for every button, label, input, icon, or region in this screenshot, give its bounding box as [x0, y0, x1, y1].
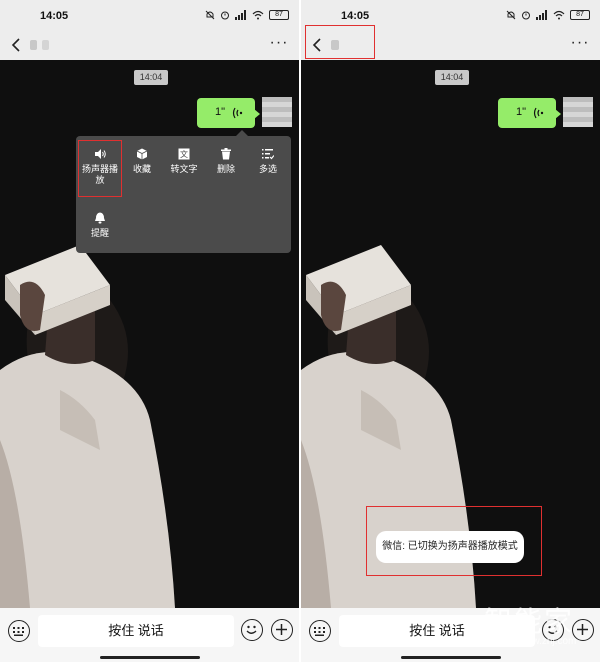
plus-icon[interactable]: [271, 619, 293, 641]
home-indicator: [100, 656, 200, 659]
left-screenshot: 14:05 87 ··· 14:04 1" 扬声器播放 收藏 文 转文字 删除 …: [0, 0, 299, 662]
message-timestamp: 14:04: [435, 70, 469, 85]
text-convert-icon: 文: [178, 148, 190, 160]
svg-text:文: 文: [180, 149, 188, 159]
menu-item-remind[interactable]: 提醒: [80, 212, 120, 239]
back-button-highlight: [305, 25, 375, 59]
status-time: 14:05: [40, 10, 69, 22]
voice-wave-icon: [232, 107, 243, 119]
toast-highlight: [366, 506, 542, 576]
emoji-icon[interactable]: [241, 619, 263, 641]
alarm-icon: [221, 11, 229, 20]
home-indicator: [401, 656, 501, 659]
bell-icon: [95, 212, 105, 224]
back-arrow-icon[interactable]: [8, 36, 26, 54]
alarm-icon: [522, 11, 530, 20]
speaker-option-highlight: [78, 140, 122, 197]
voice-duration: 1": [215, 106, 226, 118]
chat-header: ···: [0, 30, 299, 60]
signal-icon: [536, 10, 547, 20]
menu-item-label: 删除: [216, 164, 235, 174]
signal-icon: [235, 10, 246, 20]
wifi-icon: [252, 10, 264, 20]
context-menu-arrow: [236, 130, 248, 136]
menu-item-label: 收藏: [132, 164, 151, 174]
message-timestamp: 14:04: [134, 70, 168, 85]
menu-item-convert-text[interactable]: 文 转文字: [164, 148, 204, 175]
battery-icon: 87: [570, 10, 590, 20]
status-icons: 87: [205, 10, 289, 20]
status-icons: 87: [506, 10, 590, 20]
bubble-tail: [555, 109, 561, 119]
more-options-icon[interactable]: ···: [570, 35, 590, 54]
mute-icon: [506, 10, 516, 20]
status-bar: 14:05 87: [0, 0, 299, 30]
multiselect-icon: [262, 149, 274, 160]
trash-icon: [221, 148, 231, 160]
watermark: 智能家 www.znj.com: [484, 600, 594, 650]
watermark-logo: 智能家: [484, 605, 575, 638]
menu-item-favorite[interactable]: 收藏: [122, 148, 162, 175]
context-menu: 扬声器播放 收藏 文 转文字 删除 多选 提醒: [76, 130, 291, 253]
voice-wave-icon: [533, 107, 544, 119]
wifi-icon: [553, 10, 565, 20]
menu-item-label: 多选: [258, 164, 277, 174]
menu-item-delete[interactable]: 删除: [206, 148, 246, 175]
avatar[interactable]: [262, 97, 292, 127]
battery-icon: 87: [269, 10, 289, 20]
voice-message-bubble[interactable]: 1": [197, 98, 260, 128]
watermark-url: www.znj.com: [518, 636, 577, 647]
cube-icon: [136, 148, 148, 160]
menu-item-label: 转文字: [170, 164, 198, 174]
voice-duration: 1": [516, 106, 527, 118]
right-screenshot: 14:05 87 ··· 14:04 1" 微信: 已切换为扬声器播放模式 按住…: [301, 0, 600, 662]
more-options-icon[interactable]: ···: [269, 35, 289, 54]
chat-title-blurred: [42, 40, 49, 50]
avatar[interactable]: [563, 97, 593, 127]
mute-icon: [205, 10, 215, 20]
hold-to-talk-button[interactable]: 按住 说话: [38, 615, 234, 647]
input-bar: 按住 说话: [0, 608, 299, 662]
keyboard-icon[interactable]: [8, 620, 30, 642]
menu-item-label: 提醒: [90, 228, 109, 238]
chat-header: ···: [301, 25, 600, 60]
voice-message-bubble[interactable]: 1": [498, 98, 561, 128]
status-time: 14:05: [341, 10, 370, 22]
bubble-tail: [254, 109, 260, 119]
keyboard-icon[interactable]: [309, 620, 331, 642]
chat-title-blurred: [30, 40, 37, 50]
menu-item-multiselect[interactable]: 多选: [248, 148, 288, 175]
